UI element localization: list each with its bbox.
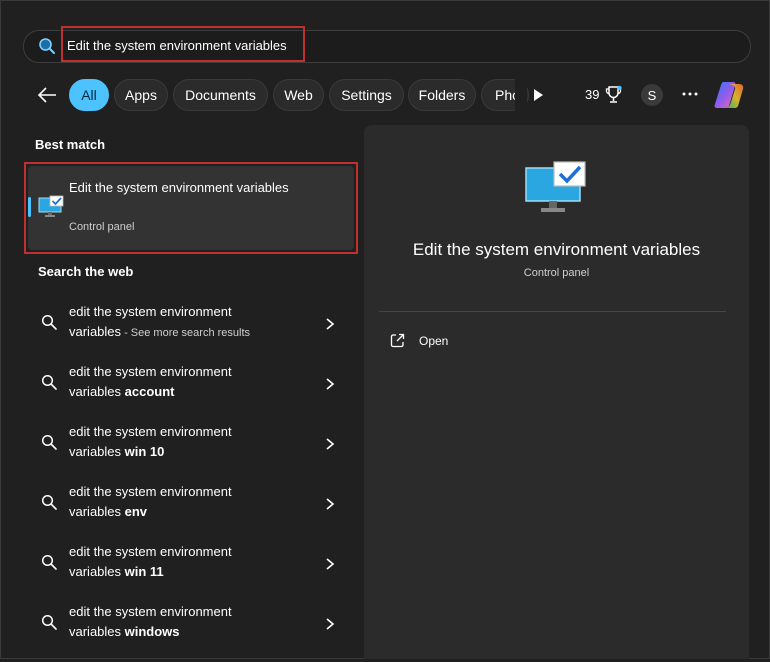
preview-subtitle: Control panel: [523, 267, 590, 279]
web-suggestion-text: edit the system environment variables win…: [69, 542, 319, 583]
web-suggestion-text: edit the system environment variables win…: [69, 422, 319, 463]
suggestion-line2: variables: [69, 324, 122, 339]
web-suggestion-item[interactable]: edit the system environment variables env: [28, 482, 354, 542]
best-match-heading: Best match: [35, 137, 106, 152]
web-suggestion-item[interactable]: edit the system environment variables win…: [28, 542, 354, 602]
chevron-right-icon: [326, 378, 335, 390]
divider: [379, 311, 726, 312]
suggestion-line1: edit the system environment: [69, 544, 232, 559]
chevron-right-icon: [326, 618, 335, 630]
search-icon: [39, 38, 55, 54]
avatar[interactable]: S: [641, 84, 663, 106]
web-suggestion-item[interactable]: edit the system environment variables win…: [28, 422, 354, 482]
web-suggestion-item[interactable]: edit the system environment variables win…: [28, 602, 354, 662]
environment-variables-icon-large: [525, 161, 586, 212]
search-icon: [41, 614, 57, 630]
search-highlight-box: [61, 26, 305, 62]
trophy-icon[interactable]: [605, 85, 622, 104]
preview-title: Edit the system environment variables: [412, 240, 701, 259]
filter-all[interactable]: All: [69, 79, 109, 111]
chevron-right-icon: [326, 438, 335, 450]
open-external-icon[interactable]: [390, 333, 405, 348]
web-suggestion-item[interactable]: edit the system environment variables acc…: [28, 362, 354, 422]
filter-apps[interactable]: Apps: [114, 79, 168, 111]
search-icon: [41, 494, 57, 510]
web-suggestion-text: edit the system environment variables acc…: [69, 362, 319, 403]
web-suggestion-text: edit the system environment variables env: [69, 482, 319, 523]
suggestion-line1: edit the system environment: [69, 364, 232, 379]
chips-overflow-mask: [515, 76, 527, 114]
suggestion-line1: edit the system environment: [69, 484, 232, 499]
suggestion-line2: variables: [69, 504, 125, 519]
scroll-right-icon[interactable]: [532, 87, 544, 103]
filter-folders[interactable]: Folders: [408, 79, 476, 111]
open-action[interactable]: Open: [419, 334, 448, 348]
chevron-right-icon: [326, 558, 335, 570]
suggestion-line2: variables: [69, 384, 125, 399]
web-suggestion-text: edit the system environment variables - S…: [69, 302, 319, 343]
web-suggestion-text: edit the system environment variables win…: [69, 602, 319, 643]
back-arrow-icon[interactable]: [36, 84, 58, 106]
suggestion-line2: variables: [69, 444, 125, 459]
suggestion-extra: - See more search results: [121, 327, 251, 339]
suggestion-line1: edit the system environment: [69, 424, 232, 439]
rewards-points[interactable]: 39: [585, 87, 599, 102]
search-icon: [41, 374, 57, 390]
filter-web[interactable]: Web: [273, 79, 324, 111]
filter-documents[interactable]: Documents: [173, 79, 268, 111]
suggestion-line1: edit the system environment: [69, 304, 232, 319]
search-icon: [41, 434, 57, 450]
search-icon: [41, 554, 57, 570]
more-options-icon[interactable]: [681, 86, 699, 102]
suggestion-keyword: env: [124, 504, 148, 519]
copilot-icon[interactable]: [713, 80, 745, 110]
suggestion-keyword: windows: [124, 624, 180, 639]
suggestion-line2: variables: [69, 564, 125, 579]
filter-settings[interactable]: Settings: [329, 79, 404, 111]
web-suggestion-item[interactable]: edit the system environment variables - S…: [28, 302, 354, 362]
chevron-right-icon: [326, 498, 335, 510]
suggestion-line1: edit the system environment: [69, 604, 232, 619]
search-web-heading: Search the web: [38, 264, 134, 279]
suggestion-keyword: win 11: [124, 564, 164, 579]
best-match-highlight-box: [24, 162, 358, 254]
suggestion-keyword: win 10: [124, 444, 165, 459]
chevron-right-icon: [326, 318, 335, 330]
suggestion-keyword: account: [124, 384, 175, 399]
suggestion-line2: variables: [69, 624, 125, 639]
search-icon: [41, 314, 57, 330]
